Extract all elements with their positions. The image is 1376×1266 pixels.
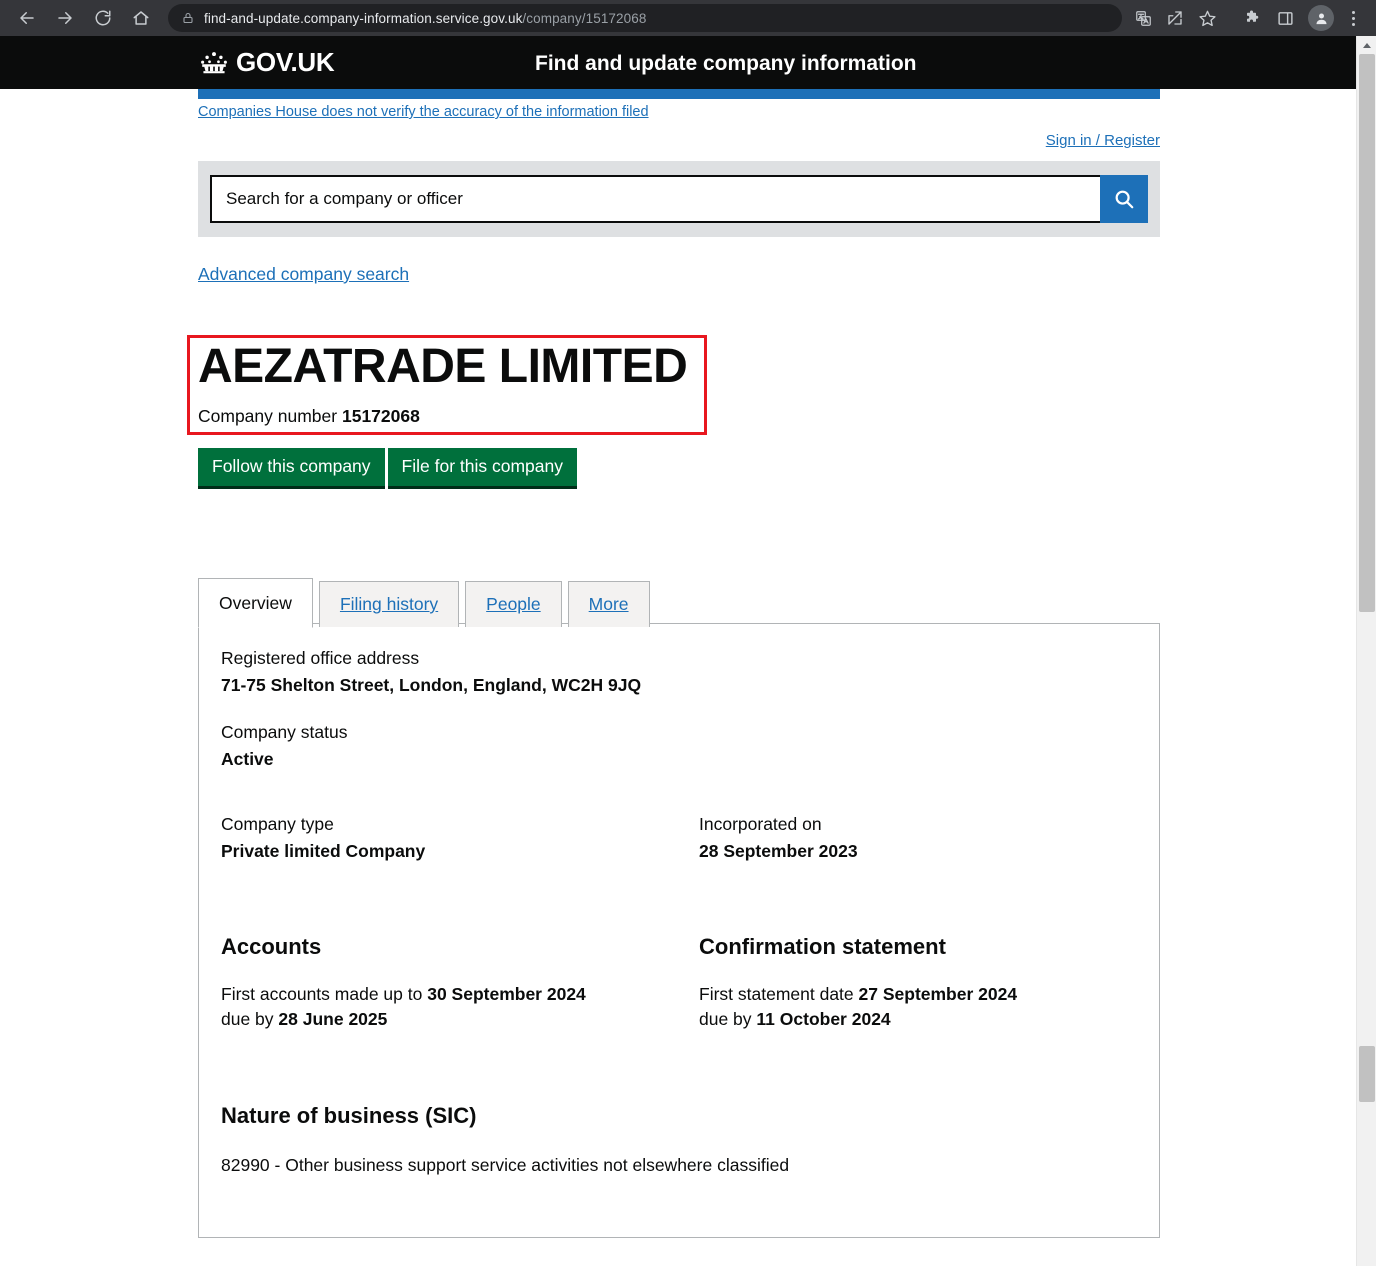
search-submit-button[interactable] [1100,175,1148,223]
accounts-block: Accounts First accounts made up to 30 Se… [221,934,699,1033]
url-path: /company/15172068 [522,10,647,26]
lock-icon [183,12,193,24]
registered-office-label: Registered office address [221,648,420,668]
address-bar[interactable]: find-and-update.company-information.serv… [168,4,1122,32]
govuk-header-bar: GOV.UK Find and update company informati… [0,36,1360,89]
accounts-line1-prefix: First accounts made up to [221,984,428,1004]
scrollbar-thumb-secondary[interactable] [1359,1046,1375,1102]
govuk-logo-link[interactable]: GOV.UK [198,47,335,79]
accounts-line2-prefix: due by [221,1009,279,1030]
signin-register-link[interactable]: Sign in / Register [0,132,1160,149]
crown-icon [201,52,227,74]
service-name[interactable]: Find and update company information [535,52,917,76]
confirmation-heading: Confirmation statement [699,934,946,959]
incorporated-block: Incorporated on 28 September 2023 [699,814,1119,862]
sic-value: 82990 - Other business support service a… [221,1154,790,1175]
overview-panel: Registered office address 71-75 Shelton … [198,623,1160,1238]
home-icon[interactable] [126,3,156,33]
scrollbar-thumb[interactable] [1359,54,1375,612]
company-type-block: Company type Private limited Company [221,814,699,862]
confirmation-line2-date: 11 October 2024 [756,1009,891,1030]
confirmation-line1-date: 27 September 2024 [858,984,1018,1004]
url-text: find-and-update.company-information.serv… [204,11,646,26]
page-title: AEZATRADE LIMITED [198,340,688,393]
reload-icon[interactable] [88,3,118,33]
company-status-block: Company status Active [221,722,1137,770]
confirmation-text: First statement date 27 September 2024 d… [699,982,1119,1033]
blue-accent-strip [198,89,1160,99]
browser-toolbar: find-and-update.company-information.serv… [0,0,1376,36]
registered-office-value: 71-75 Shelton Street, London, England, W… [221,675,642,695]
confirmation-statement-block: Confirmation statement First statement d… [699,934,1119,1033]
nature-of-business-block: Nature of business (SIC) 82990 - Other b… [221,1103,1137,1178]
translate-icon[interactable] [1128,3,1158,33]
forward-arrow-icon[interactable] [50,3,80,33]
disclaimer-link[interactable]: Companies House does not verify the accu… [198,104,649,120]
govuk-logo-text: GOV.UK [236,47,335,77]
scroll-up-arrow-icon[interactable] [1357,36,1376,54]
url-domain: find-and-update.company-information.serv… [204,10,523,26]
three-dot-menu-icon[interactable] [1340,3,1366,33]
signin-register-label: Sign in / Register [1045,132,1160,149]
search-band [198,161,1160,237]
company-number-label: Company number [198,406,338,426]
accounts-line2-date: 28 June 2025 [278,1009,388,1030]
confirmation-line1-prefix: First statement date [699,984,859,1004]
company-tabs: Overview Filing history People More [198,578,650,628]
page-scrollbar[interactable] [1356,36,1376,1266]
incorporated-label: Incorporated on [699,814,822,834]
accounts-text: First accounts made up to 30 September 2… [221,982,699,1033]
side-panel-icon[interactable] [1270,3,1300,33]
confirmation-line2-prefix: due by [699,1009,757,1030]
company-status-value: Active [221,749,274,769]
accounts-line1-date: 30 September 2024 [427,984,586,1004]
tab-more[interactable]: More [567,581,650,627]
company-type-label: Company type [221,814,334,834]
back-arrow-icon[interactable] [12,3,42,33]
file-for-company-button[interactable]: File for this company [387,448,577,490]
advanced-company-search-link[interactable]: Advanced company search [198,264,409,285]
sic-heading: Nature of business (SIC) [221,1102,477,1128]
search-input[interactable] [210,175,1100,223]
registered-office-block: Registered office address 71-75 Shelton … [221,648,1137,696]
incorporated-value: 28 September 2023 [699,841,858,861]
tab-people[interactable]: People [465,581,562,627]
accounts-confirmation-row: Accounts First accounts made up to 30 Se… [221,934,1137,1033]
page-viewport: GOV.UK Find and update company informati… [0,36,1376,1266]
accounts-heading: Accounts [221,934,322,959]
company-action-buttons: Follow this company File for this compan… [198,448,577,490]
search-form [210,175,1148,223]
share-icon[interactable] [1160,3,1190,33]
extensions-puzzle-icon[interactable] [1238,3,1268,33]
tab-filing-history[interactable]: Filing history [318,581,460,627]
bookmark-star-icon[interactable] [1192,3,1222,33]
company-type-row: Company type Private limited Company Inc… [221,814,1137,862]
company-status-label: Company status [221,722,348,742]
profile-avatar-icon[interactable] [1308,5,1334,31]
company-number: Company number 15172068 [198,406,420,427]
company-type-value: Private limited Company [221,841,426,861]
tab-overview[interactable]: Overview [198,578,313,628]
company-number-value: 15172068 [341,406,420,426]
search-icon [1115,190,1134,209]
follow-company-button[interactable]: Follow this company [198,448,385,490]
